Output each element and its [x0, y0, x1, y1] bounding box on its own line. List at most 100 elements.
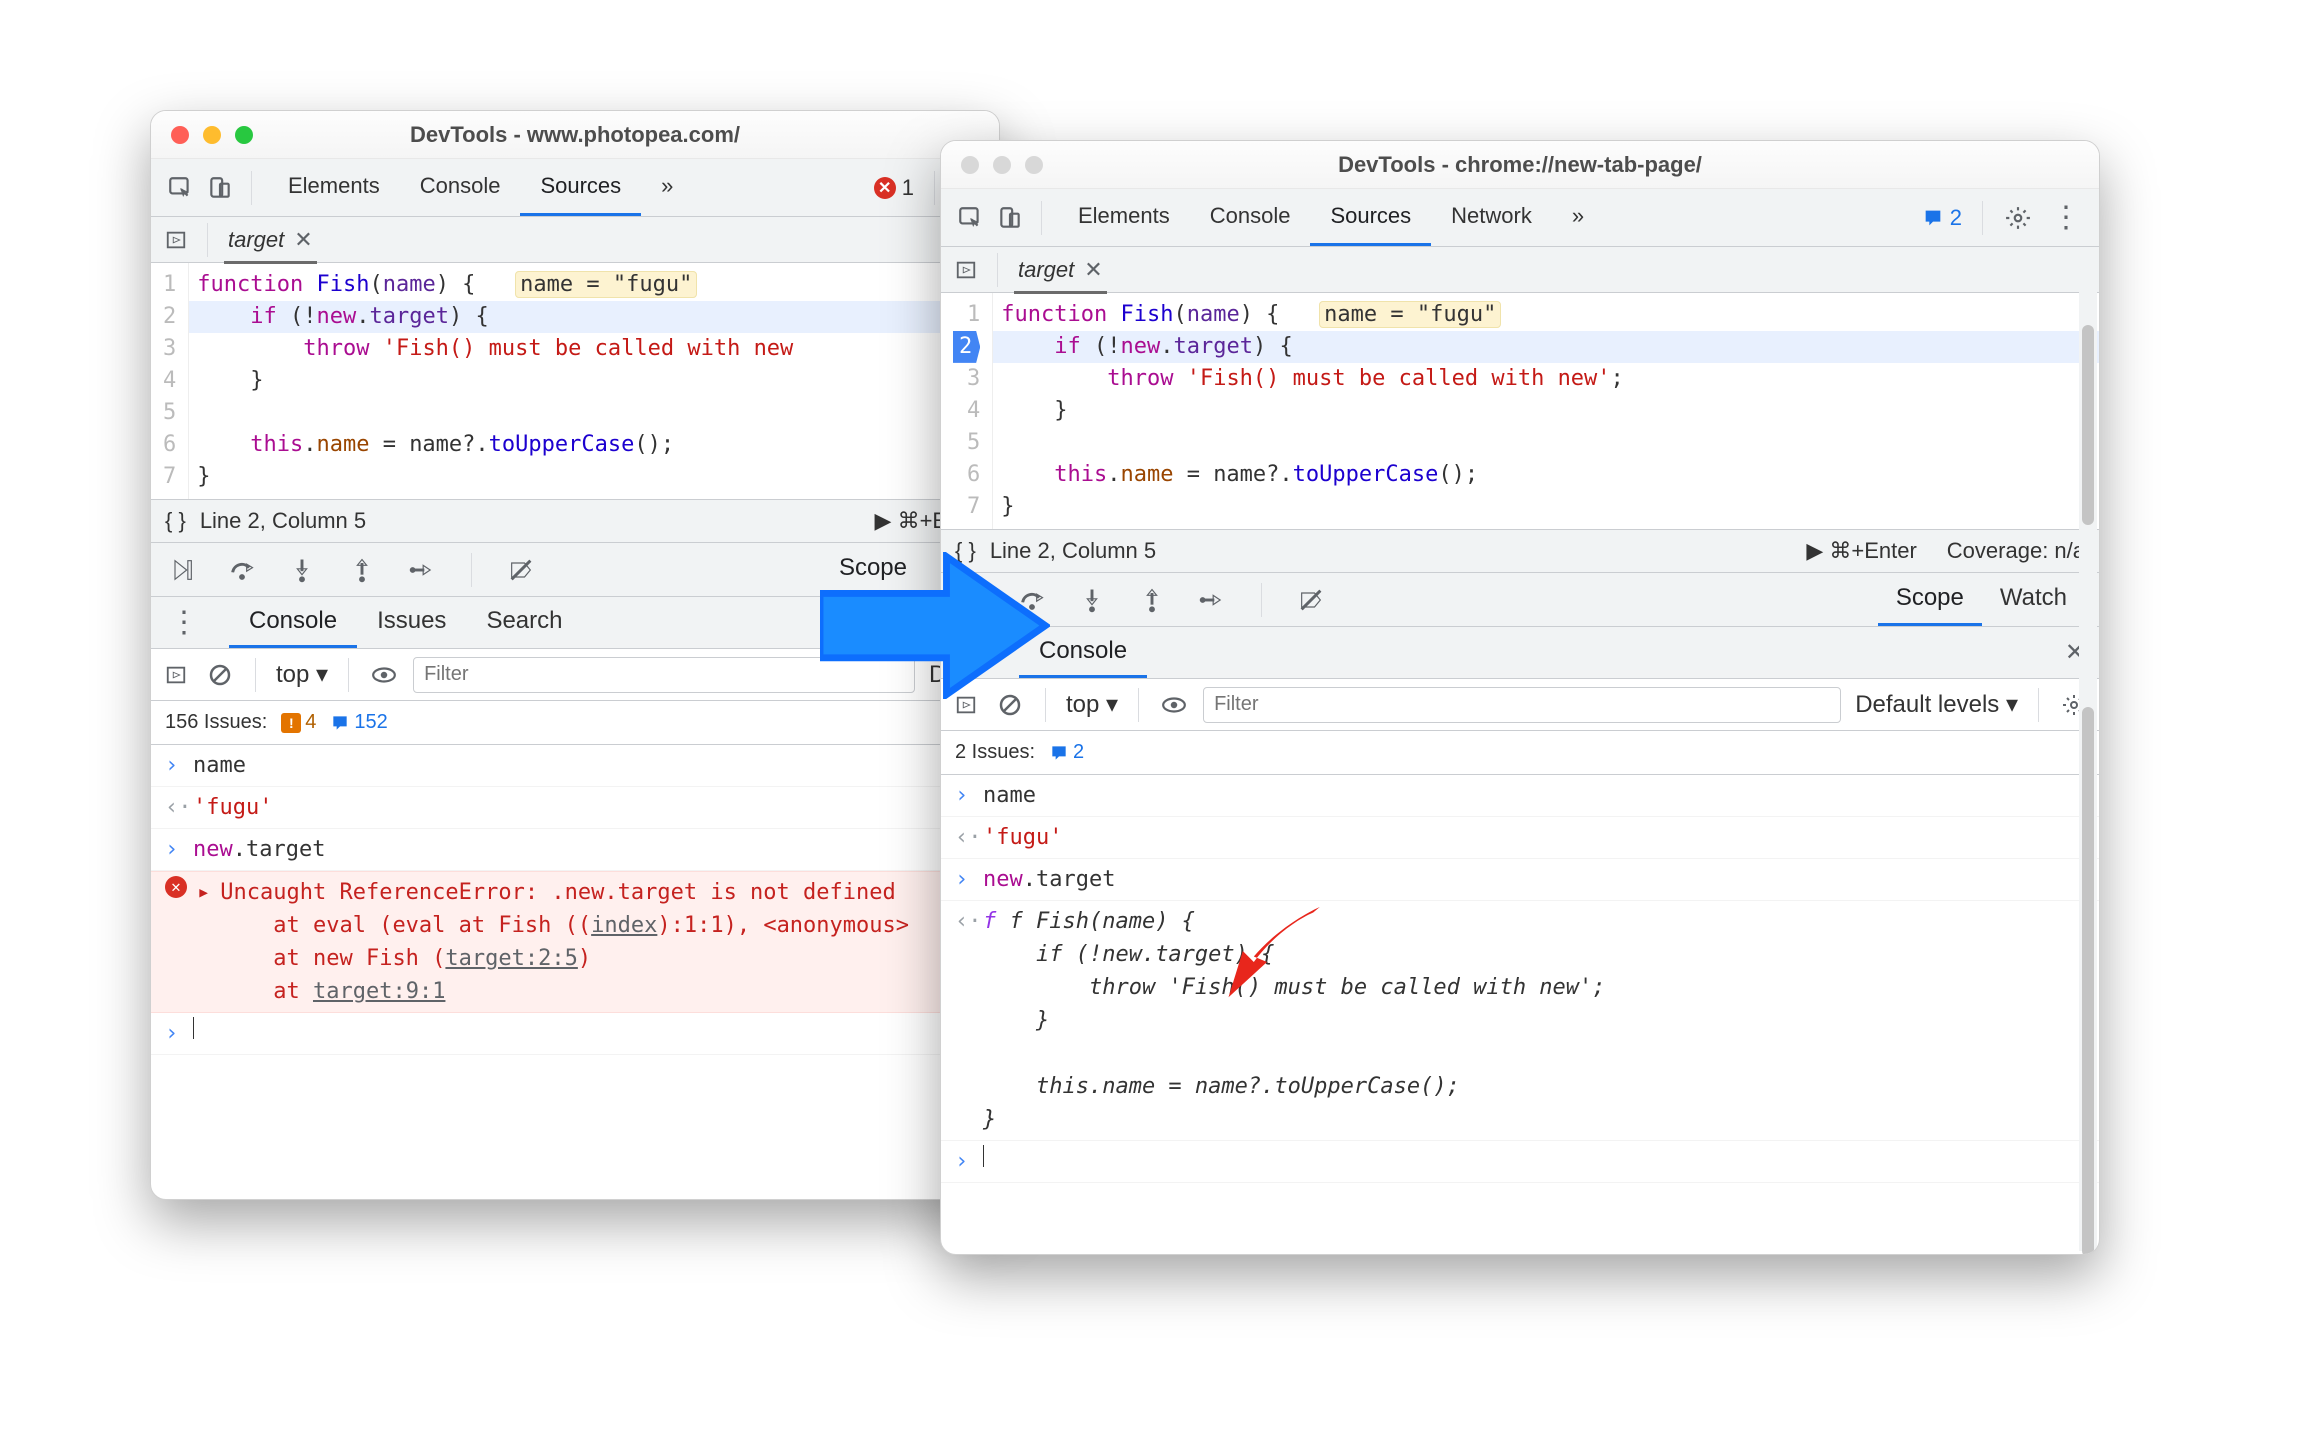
code-editor[interactable]: 1234567function Fish(name) { name = "fug… — [151, 263, 999, 499]
kebab-menu-icon[interactable]: ⋮ — [2047, 200, 2085, 235]
gear-icon[interactable] — [2003, 203, 2033, 233]
file-tabs-bar: target ✕ — [151, 217, 999, 263]
resume-icon[interactable] — [165, 553, 199, 587]
tab-elements[interactable]: Elements — [268, 159, 400, 216]
tab-console[interactable]: Console — [400, 159, 521, 216]
deactivate-breakpoints-icon[interactable] — [504, 553, 538, 587]
filter-input[interactable] — [1203, 687, 1841, 723]
tab-network[interactable]: Network — [1431, 189, 1552, 246]
minimize-dot[interactable] — [203, 126, 221, 144]
window-title: DevTools - chrome://new-tab-page/ — [941, 152, 2099, 178]
close-icon[interactable]: ✕ — [294, 227, 312, 253]
file-tab-target[interactable]: target ✕ — [1014, 251, 1107, 294]
code-editor[interactable]: 1234567function Fish(name) { name = "fug… — [941, 293, 2099, 529]
file-tabs-bar: target ✕ — [941, 247, 2099, 293]
panel-tabs: Elements Console Sources Network » — [1058, 189, 1604, 246]
console-log[interactable]: ›name‹·'fugu'›new.target✕▸Uncaught Refer… — [151, 745, 999, 1055]
tab-drawer-search[interactable]: Search — [466, 597, 582, 648]
console-prompt[interactable]: › — [941, 1141, 2099, 1183]
error-count: 1 — [902, 175, 914, 201]
console-toolbar: top ▾ Default levels ▾ — [941, 679, 2099, 731]
filter-field[interactable] — [1203, 687, 1841, 723]
step-over-icon[interactable] — [225, 553, 259, 587]
warn-badge: !4 — [281, 711, 316, 734]
deactivate-breakpoints-icon[interactable] — [1294, 583, 1328, 617]
inspect-icon[interactable] — [165, 173, 195, 203]
scrollbar-thumb-2[interactable] — [2082, 707, 2094, 1255]
issues-label: 2 Issues: — [955, 741, 1035, 764]
console-log[interactable]: ›name‹·'fugu'›new.target‹·f f Fish(name)… — [941, 775, 2099, 1183]
debugger-sidetabs: Scope Watch — [1878, 573, 2085, 626]
pretty-print-icon[interactable]: { } — [165, 508, 186, 534]
issues-label: 156 Issues: — [165, 711, 267, 734]
tab-drawer-issues[interactable]: Issues — [357, 597, 466, 648]
step-icon[interactable] — [405, 553, 439, 587]
drawer-tabs: ⋮ Console ✕ — [941, 627, 2099, 679]
scrollbar-track[interactable] — [2079, 249, 2097, 1251]
console-row: ›name — [941, 775, 2099, 817]
context-selector[interactable]: top ▾ — [276, 660, 328, 689]
info-badge[interactable]: 2 — [1922, 205, 1962, 231]
drawer-menu-icon[interactable]: ⋮ — [165, 605, 203, 640]
panel-tabs: Elements Console Sources » — [268, 159, 693, 216]
main-toolbar: Elements Console Sources Network » 2 ⋮ — [941, 189, 2099, 247]
tab-scope[interactable]: Scope — [1878, 573, 1982, 626]
console-row: ‹·'fugu' — [941, 817, 2099, 859]
console-error[interactable]: ✕▸Uncaught ReferenceError: .new.target i… — [151, 871, 999, 1013]
error-badge[interactable]: ✕ 1 — [874, 175, 914, 201]
minimize-dot[interactable] — [993, 156, 1011, 174]
step-into-icon[interactable] — [285, 553, 319, 587]
close-icon[interactable]: ✕ — [1084, 257, 1102, 283]
step-into-icon[interactable] — [1075, 583, 1109, 617]
tab-elements[interactable]: Elements — [1058, 189, 1190, 246]
device-icon[interactable] — [205, 173, 235, 203]
device-icon[interactable] — [995, 203, 1025, 233]
step-out-icon[interactable] — [1135, 583, 1169, 617]
issues-summary[interactable]: 2 Issues: 2 — [941, 731, 2099, 775]
file-tab-target[interactable]: target ✕ — [224, 221, 317, 264]
tab-watch[interactable]: Watch — [1982, 573, 2085, 626]
clear-console-icon[interactable] — [205, 660, 235, 690]
annotation-arrow-blue — [820, 552, 1050, 697]
titlebar[interactable]: DevTools - www.photopea.com/ — [151, 111, 999, 159]
console-prompt[interactable]: › — [151, 1013, 999, 1055]
step-icon[interactable] — [1195, 583, 1229, 617]
file-name: target — [228, 227, 284, 253]
console-row: ›name — [151, 745, 999, 787]
scrollbar-thumb[interactable] — [2082, 325, 2094, 525]
zoom-dot[interactable] — [235, 126, 253, 144]
step-out-icon[interactable] — [345, 553, 379, 587]
nav-icon[interactable] — [951, 255, 981, 285]
context-selector[interactable]: top ▾ — [1066, 690, 1118, 719]
nav-icon[interactable] — [161, 225, 191, 255]
window-controls — [151, 126, 253, 144]
tab-sources[interactable]: Sources — [520, 159, 641, 216]
editor-status: { } Line 2, Column 5 ▶ ⌘+Enter — [151, 499, 999, 543]
console-sidebar-icon[interactable] — [161, 660, 191, 690]
titlebar[interactable]: DevTools - chrome://new-tab-page/ — [941, 141, 2099, 189]
error-icon: ✕ — [874, 177, 896, 199]
live-expression-icon[interactable] — [1159, 690, 1189, 720]
info-count: 2 — [1950, 205, 1962, 231]
console-function[interactable]: ‹·f f Fish(name) { if (!new.target) { th… — [941, 901, 2099, 1141]
run-hint: ▶ ⌘+Enter — [1806, 538, 1916, 564]
info-badge: 2 — [1049, 741, 1084, 764]
issues-summary[interactable]: 156 Issues: !4 152 — [151, 701, 999, 745]
window-title: DevTools - www.photopea.com/ — [151, 122, 999, 148]
close-dot[interactable] — [171, 126, 189, 144]
editor-status: { } Line 2, Column 5 ▶ ⌘+Enter Coverage:… — [941, 529, 2099, 573]
zoom-dot[interactable] — [1025, 156, 1043, 174]
tabs-overflow[interactable]: » — [1552, 189, 1604, 246]
inspect-icon[interactable] — [955, 203, 985, 233]
tab-console[interactable]: Console — [1190, 189, 1311, 246]
devtools-window-right: DevTools - chrome://new-tab-page/ Elemen… — [940, 140, 2100, 1255]
tab-sources[interactable]: Sources — [1310, 189, 1431, 246]
console-row: ›new.target — [151, 829, 999, 871]
levels-selector[interactable]: Default levels ▾ — [1855, 690, 2018, 719]
live-expression-icon[interactable] — [369, 660, 399, 690]
debugger-toolbar: Scope Watch — [941, 573, 2099, 627]
tabs-overflow[interactable]: » — [641, 159, 693, 216]
tab-drawer-console[interactable]: Console — [229, 597, 357, 648]
close-dot[interactable] — [961, 156, 979, 174]
info-badge: 152 — [330, 711, 387, 734]
